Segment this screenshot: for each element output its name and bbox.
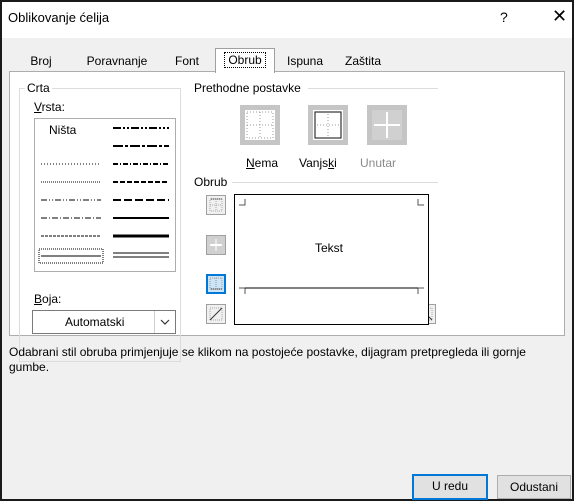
dialog-body: Broj Poravnanje Font Obrub Ispuna Zaštit… [2, 38, 572, 500]
line-style-label-underlined: V [34, 100, 42, 114]
border-diagonal-up-icon [209, 307, 223, 321]
tab-number[interactable]: Broj [24, 51, 58, 71]
border-group-title: Obrub [194, 175, 228, 189]
ok-button[interactable]: U redu [412, 474, 488, 500]
border-horizontal-inside-button [206, 235, 226, 255]
preset-outline-button[interactable] [308, 105, 348, 145]
preset-outline-label: Vanjski [299, 156, 337, 170]
line-style-label: Vrsta: [34, 100, 65, 114]
tab-protection[interactable]: Zaštita [338, 51, 388, 71]
title-bar: Oblikovanje ćelija ? ✕ [2, 2, 572, 38]
preset-outline-label-part1: Vanjs [299, 156, 329, 170]
format-cells-dialog: Oblikovanje ćelija ? ✕ Broj Poravnanje F… [0, 0, 574, 501]
line-style-swatches[interactable] [35, 119, 175, 271]
presets-separator [308, 88, 438, 89]
line-color-label: Boja: [34, 292, 61, 306]
border-horizontal-inside-icon [210, 239, 222, 251]
cancel-button[interactable]: Odustani [497, 475, 571, 499]
dialog-title: Oblikovanje ćelija [8, 10, 110, 25]
preview-corner-marks [239, 199, 424, 294]
preview-text: Tekst [315, 241, 344, 255]
preset-inside-label: Unutar [360, 156, 397, 170]
border-preview[interactable]: Tekst [234, 194, 429, 325]
border-diagonal-up-button[interactable] [206, 304, 226, 324]
preset-none-label-rest: ema [254, 156, 279, 170]
preset-none-label: Nema [246, 156, 278, 170]
border-bottom-button[interactable] [206, 274, 226, 294]
line-style-list[interactable]: Ništa [34, 118, 176, 272]
preset-none-label-underlined: N [246, 156, 255, 170]
line-color-value: Automatski [65, 315, 125, 329]
preset-inside-button [367, 105, 407, 145]
presets-title: Prethodne postavke [194, 81, 301, 95]
border-tab-pane: Crta Vrsta: Ništa Boja: Automatski Preth… [9, 71, 565, 362]
border-bottom-icon [209, 277, 223, 290]
chevron-down-icon [160, 319, 170, 325]
line-color-label-underlined: B [34, 292, 43, 306]
description-text: Odabrani stil obruba primjenjuje se klik… [9, 345, 526, 374]
tab-fill[interactable]: Ispuna [281, 51, 329, 71]
tab-border-label: Obrub [224, 52, 266, 68]
close-button[interactable]: ✕ [552, 6, 567, 27]
preset-outline-label-part2: i [334, 156, 337, 170]
border-none-icon [246, 111, 274, 139]
line-color-label-rest: oja: [42, 292, 62, 306]
line-group-title: Crta [25, 81, 52, 95]
tab-border[interactable]: Obrub [215, 48, 275, 73]
preset-none-button[interactable] [240, 105, 280, 145]
border-separator [232, 182, 438, 183]
border-top-icon [209, 198, 223, 212]
border-outline-icon [314, 111, 342, 139]
line-style-label-rest: rsta: [41, 100, 65, 114]
line-color-combobox[interactable]: Automatski [32, 310, 176, 334]
line-color-dropdown-button[interactable] [154, 311, 175, 333]
tab-alignment[interactable]: Poravnanje [82, 51, 152, 71]
tab-font[interactable]: Font [168, 51, 206, 71]
border-top-button[interactable] [206, 195, 226, 215]
help-button[interactable]: ? [500, 9, 508, 25]
border-inside-icon [374, 112, 400, 138]
